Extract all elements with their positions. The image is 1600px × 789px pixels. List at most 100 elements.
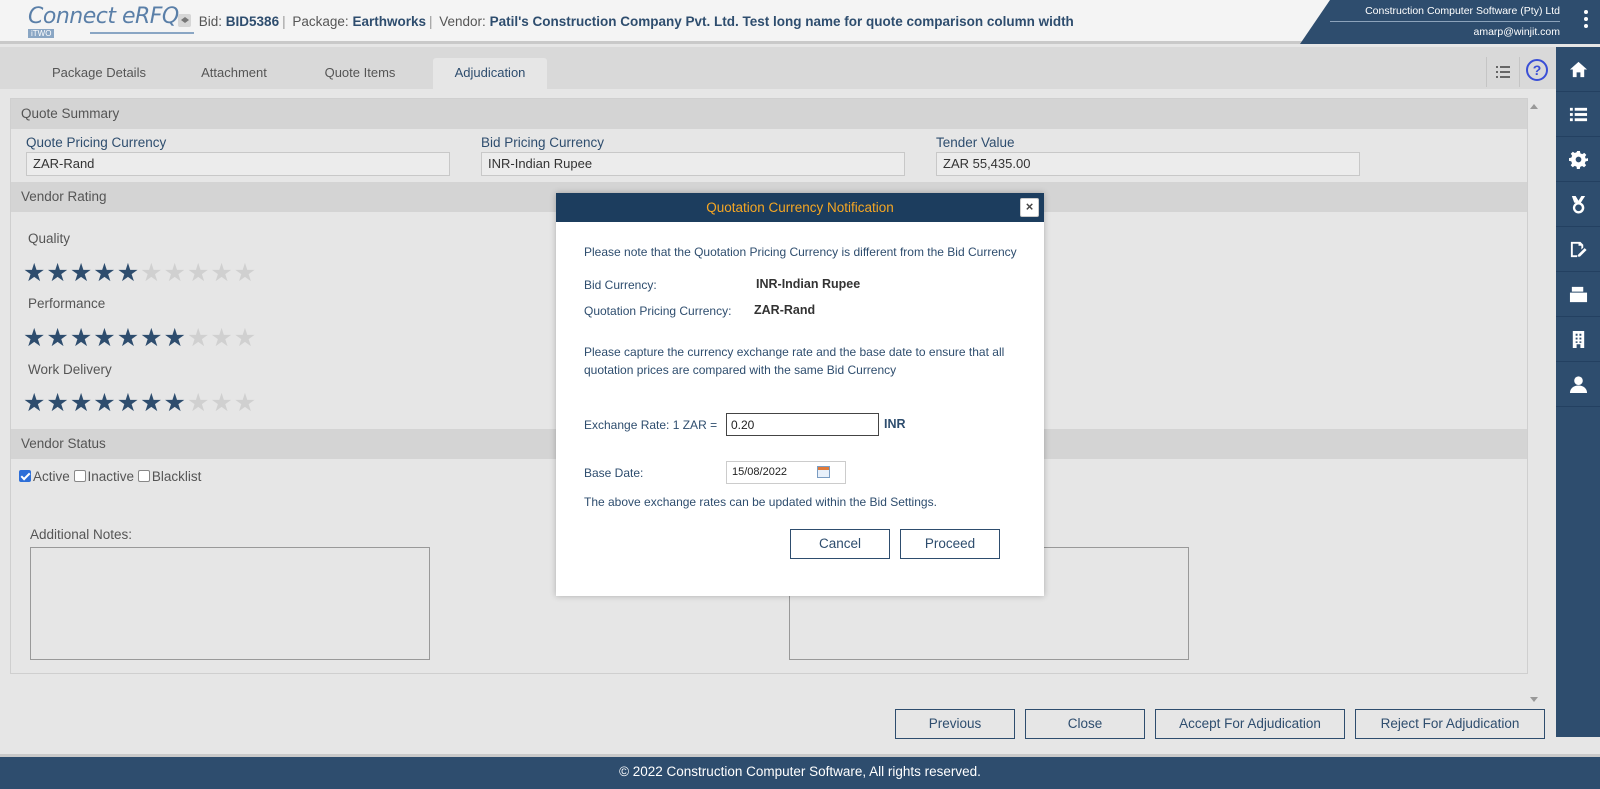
active-checkbox[interactable] [19,470,31,482]
star-icon[interactable]: ★ [70,389,93,417]
bid-currency-value: INR-Indian Rupee [756,277,861,291]
kebab-menu-icon[interactable] [1584,10,1588,31]
cancel-button[interactable]: Cancel [790,529,890,559]
star-icon[interactable]: ★ [187,389,210,417]
scroll-down-arrow-icon[interactable] [1530,697,1538,702]
star-icon[interactable]: ★ [23,324,46,352]
building-icon[interactable] [1556,317,1600,362]
exchange-unit: INR [884,417,906,431]
accept-adjudication-button[interactable]: Accept For Adjudication [1155,709,1345,739]
quotation-currency-label: Quotation Pricing Currency: [584,304,732,318]
star-icon[interactable]: ★ [187,259,210,287]
exchange-instruction: Please capture the currency exchange rat… [584,345,1005,377]
bid-settings-note: The above exchange rates can be updated … [584,495,937,509]
star-icon[interactable]: ★ [93,259,116,287]
tab-quote-items[interactable]: Quote Items [305,58,415,89]
package-label: Package: [292,14,349,29]
proceed-button[interactable]: Proceed [900,529,1000,559]
exchange-rate-label: Exchange Rate: 1 ZAR = [584,418,718,432]
star-icon[interactable]: ★ [210,259,233,287]
star-icon[interactable]: ★ [164,324,187,352]
user-icon[interactable] [1556,362,1600,407]
star-icon[interactable]: ★ [70,324,93,352]
dialog-title: Quotation Currency Notification [706,200,894,215]
quotation-currency-value: ZAR-Rand [754,303,816,317]
quotes-icon[interactable] [1556,272,1600,317]
footer-copyright: © 2022 Construction Computer Software, A… [0,754,1600,789]
vendor-status-options: Active Inactive Blacklist [19,469,201,484]
star-icon[interactable]: ★ [46,389,69,417]
inactive-label[interactable]: Inactive [88,469,135,484]
star-icon[interactable]: ★ [93,389,116,417]
tab-tools: ? [1486,57,1556,87]
blacklist-label[interactable]: Blacklist [152,469,202,484]
star-icon[interactable]: ★ [140,324,163,352]
star-icon[interactable]: ★ [46,259,69,287]
close-icon[interactable]: × [1020,198,1039,217]
star-icon[interactable]: ★ [117,259,140,287]
reject-adjudication-button[interactable]: Reject For Adjudication [1355,709,1545,739]
star-icon[interactable]: ★ [117,389,140,417]
scroll-up-arrow-icon[interactable] [1530,104,1538,109]
star-icon[interactable]: ★ [140,259,163,287]
currency-difference-note: Please note that the Quotation Pricing C… [584,245,1017,259]
star-icon[interactable]: ★ [234,259,257,287]
star-icon[interactable]: ★ [117,324,140,352]
star-icon[interactable]: ★ [140,389,163,417]
quality-label: Quality [28,231,71,246]
active-label[interactable]: Active [33,469,70,484]
app-logo[interactable]: Connect eRFQ iTWO [28,4,194,38]
app-header: Connect eRFQ iTWO Bid: BID5386 | Package:… [0,0,1600,44]
bid-currency-label: Bid Currency: [584,278,657,292]
bid-label: Bid: [198,14,223,29]
performance-label: Performance [28,296,106,311]
award-icon[interactable] [1556,182,1600,227]
star-icon[interactable]: ★ [210,389,233,417]
edit-document-icon[interactable] [1556,227,1600,272]
right-sidebar [1556,47,1600,737]
tab-package-details[interactable]: Package Details [35,58,163,89]
currency-notification-dialog: Quotation Currency Notification × Please… [556,193,1044,596]
help-icon[interactable]: ? [1526,59,1548,81]
inactive-checkbox[interactable] [73,470,86,482]
previous-button[interactable]: Previous [895,709,1015,739]
calendar-icon[interactable] [817,466,830,478]
list-icon[interactable] [1556,92,1600,137]
logo-sub: iTWO [28,29,55,38]
star-icon[interactable]: ★ [210,324,233,352]
star-icon[interactable]: ★ [23,389,46,417]
star-icon[interactable]: ★ [234,389,257,417]
vendor-label: Vendor: [439,14,486,29]
star-icon[interactable]: ★ [187,324,210,352]
logo-text: Connect eRFQ [28,4,179,29]
blacklist-checkbox[interactable] [137,470,150,482]
list-view-icon[interactable] [1486,57,1520,87]
star-icon[interactable]: ★ [93,324,116,352]
work-delivery-stars[interactable]: ★★★★★★★★★★ [23,389,257,417]
bid-value: BID5386 [225,14,280,29]
user-email[interactable]: amarp@winjit.com [1473,26,1560,38]
star-icon[interactable]: ★ [70,259,93,287]
exchange-rate-input[interactable] [726,413,879,436]
star-icon[interactable]: ★ [164,389,187,417]
quality-stars[interactable]: ★★★★★★★★★★ [23,259,257,287]
close-button[interactable]: Close [1025,709,1145,739]
collapse-toggle-icon[interactable] [178,14,191,27]
home-icon[interactable] [1556,47,1600,92]
additional-notes-label: Additional Notes: [30,527,133,542]
additional-notes-textarea[interactable] [30,547,430,660]
performance-stars[interactable]: ★★★★★★★★★★ [23,324,257,352]
tab-bar: Package Details Attachment Quote Items A… [0,47,1556,89]
tender-value-label: Tender Value [936,135,1015,150]
tab-adjudication[interactable]: Adjudication [433,58,547,89]
star-icon[interactable]: ★ [164,259,187,287]
base-date-input[interactable]: 15/08/2022 [726,461,846,484]
gear-icon[interactable] [1556,137,1600,182]
star-icon[interactable]: ★ [234,324,257,352]
logo-underline [90,32,194,34]
bid-pricing-currency-field: INR-Indian Rupee [481,152,905,176]
star-icon[interactable]: ★ [46,324,69,352]
package-value: Earthworks [352,14,426,29]
star-icon[interactable]: ★ [23,259,46,287]
tab-attachment[interactable]: Attachment [182,58,286,89]
